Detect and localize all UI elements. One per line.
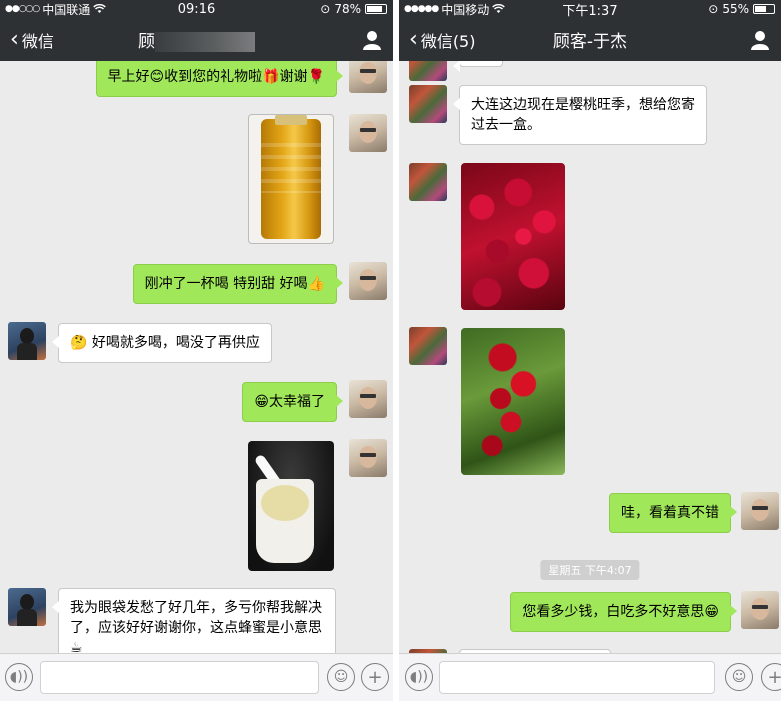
- input-bar: ◖)) ☺ +: [399, 653, 781, 701]
- right-phone-screen: ●●●●● 中国移动 下午1:37 ⊙ 55% ‹ 微信(5) 顾客-于杰 大连…: [399, 0, 781, 701]
- title-text: 顾: [138, 32, 155, 52]
- battery-icon: [753, 4, 775, 14]
- avatar[interactable]: [409, 163, 447, 201]
- cherry-tree-photo[interactable]: [461, 328, 565, 475]
- avatar[interactable]: [349, 114, 387, 152]
- nav-bar: ‹ 微信(5) 顾客-于杰: [399, 18, 781, 61]
- avatar[interactable]: [409, 85, 447, 123]
- emoji-icon[interactable]: ☺: [327, 663, 355, 691]
- chat-area[interactable]: 早上好😊收到您的礼物啦🎁谢谢🌹 刚冲了一杯喝 特别甜 好喝👍 🤔 好喝就多喝，喝…: [0, 61, 393, 653]
- message-bubble[interactable]: 您看多少钱，白吃多不好意思😁: [510, 592, 737, 632]
- honey-jar-photo[interactable]: [248, 114, 334, 244]
- message-bubble[interactable]: 哇，看着真不错: [609, 493, 737, 533]
- message-bubble[interactable]: [453, 61, 503, 72]
- message-bubble[interactable]: 我为眼袋发愁了好几年，多亏你帮我解决了，应该好好谢谢你，这点蜂蜜是小意思☕: [52, 588, 336, 653]
- avatar[interactable]: [8, 322, 46, 360]
- nav-bar: ‹ 微信 顾: [0, 18, 393, 61]
- message-bubble[interactable]: 刚冲了一杯喝 特别甜 好喝👍: [132, 264, 344, 304]
- plus-icon[interactable]: +: [761, 663, 781, 691]
- honey-drink-photo[interactable]: [248, 441, 334, 571]
- message-input[interactable]: [40, 661, 319, 694]
- avatar[interactable]: [741, 492, 779, 530]
- rotation-lock-icon: ⊙: [708, 2, 719, 16]
- avatar[interactable]: [349, 61, 387, 93]
- cherries-photo[interactable]: [461, 163, 565, 310]
- contact-person-icon[interactable]: [363, 30, 381, 50]
- emoji-icon[interactable]: ☺: [725, 663, 753, 691]
- avatar[interactable]: [349, 380, 387, 418]
- voice-icon[interactable]: ◖)): [5, 663, 33, 691]
- avatar[interactable]: [349, 439, 387, 477]
- avatar[interactable]: [349, 262, 387, 300]
- status-bar: ●●○○○ 中国联通 09:16 ⊙ 78%: [0, 0, 393, 18]
- message-bubble[interactable]: 早上好😊收到您的礼物啦🎁谢谢🌹: [95, 61, 344, 97]
- avatar[interactable]: [741, 591, 779, 629]
- chat-title: 顾: [0, 27, 393, 52]
- voice-icon[interactable]: ◖)): [405, 663, 433, 691]
- rotation-lock-icon: ⊙: [320, 2, 331, 16]
- chat-area[interactable]: 大连这边现在是樱桃旺季，想给您寄过去一盒。 哇，看着真不错 星期五 下午4:07…: [399, 61, 781, 653]
- timestamp: 星期五 下午4:07: [540, 560, 640, 580]
- redaction-block: [155, 32, 255, 52]
- avatar[interactable]: [8, 588, 46, 626]
- message-bubble[interactable]: 大连这边现在是樱桃旺季，想给您寄过去一盒。: [453, 85, 707, 145]
- battery-icon: [365, 4, 387, 14]
- battery-percent: 55%: [722, 2, 749, 16]
- input-bar: ◖)) ☺ +: [0, 653, 393, 701]
- message-bubble[interactable]: 🤔 好喝就多喝，喝没了再供应: [52, 323, 272, 363]
- contact-person-icon[interactable]: [751, 30, 769, 50]
- message-bubble[interactable]: 😁太幸福了: [242, 382, 343, 422]
- plus-icon[interactable]: +: [361, 663, 389, 691]
- battery-percent: 78%: [334, 2, 361, 16]
- avatar[interactable]: [409, 61, 447, 81]
- avatar[interactable]: [409, 327, 447, 365]
- chat-title: 顾客-于杰: [552, 32, 628, 52]
- message-input[interactable]: [439, 661, 715, 694]
- left-phone-screen: ●●○○○ 中国联通 09:16 ⊙ 78% ‹ 微信 顾 早上好😊收到您的礼物…: [0, 0, 393, 701]
- status-bar: ●●●●● 中国移动 下午1:37 ⊙ 55%: [399, 0, 781, 19]
